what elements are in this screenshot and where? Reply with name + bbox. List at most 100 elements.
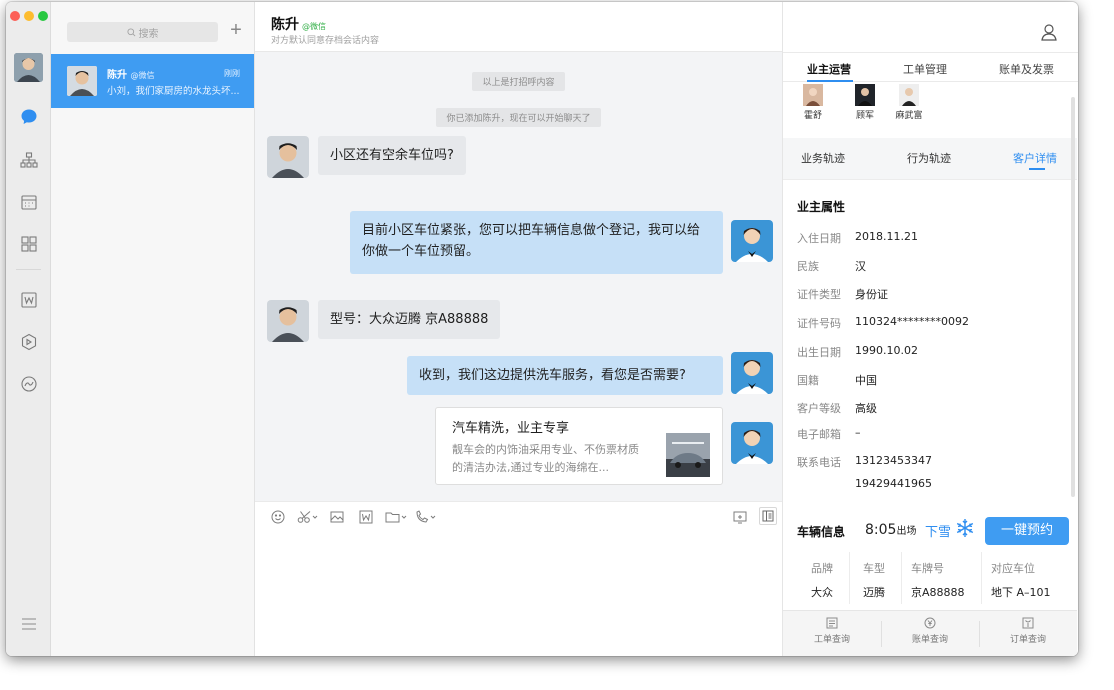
search-icon [126, 27, 135, 36]
attribute-row: 19429441965 [855, 477, 932, 490]
message-preview: 小刘，我们家厨房的水龙头坏... [107, 86, 240, 97]
vehicle-col-value: 大众 [811, 586, 833, 599]
tab-work-orders[interactable]: 工单管理 [903, 61, 947, 77]
close-window-button[interactable] [10, 11, 20, 21]
attribute-row: 民族汉 [797, 260, 866, 273]
conversation-item[interactable]: 陈升 @微信 刚刚 小刘，我们家厨房的水龙头坏... [51, 54, 254, 108]
archive-notice: 对方默认同意存档会话内容 [271, 36, 380, 46]
outgoing-message: 收到，我们这边提供洗车服务，看您是否需要? [407, 356, 723, 395]
bottom-nav-label: 订单查询 [1009, 635, 1046, 645]
menu-icon[interactable] [19, 614, 38, 633]
my-avatar[interactable] [14, 53, 43, 82]
order-query-button[interactable]: 订单查询 [979, 617, 1077, 645]
attribute-row: 客户等级 高级 [797, 402, 877, 415]
message-input[interactable] [255, 531, 782, 656]
attribute-row: 证件类型 身份证 [797, 288, 888, 301]
staff-member[interactable]: 麻武富 [891, 84, 927, 121]
chat-title: 陈升 [271, 17, 299, 33]
chat-channel-tag: @微信 [302, 22, 326, 31]
cloud-app-icon[interactable] [19, 374, 38, 393]
card-description: 靓车会的内饰油采用专业、不伤票材质的清洁办法,通过专业的海绵在... [452, 443, 639, 474]
incoming-message: 型号：大众迈腾 京A88888 [318, 300, 501, 339]
vehicle-table: 品牌 大众 车型 迈腾 车牌号 京A88888 对应车位 地下 A–101 [783, 550, 1077, 606]
emoji-icon[interactable] [271, 510, 285, 527]
weather-label: 下雪 [925, 525, 952, 540]
vehicle-header: 车辆信息 8:05出场 下雪 一键预约 [783, 512, 1077, 548]
incoming-message: 小区还有空余车位吗? [318, 136, 466, 175]
window-controls [10, 11, 48, 21]
tab-owner-operations[interactable]: 业主运营 [807, 61, 851, 77]
vehicle-col-value: 迈腾 [863, 586, 885, 599]
screen-share-icon[interactable] [733, 510, 747, 527]
car-wash-thumbnail [666, 433, 710, 477]
subtab-business-track[interactable]: 业务轨迹 [801, 150, 845, 166]
owner-attributes-title: 业主属性 [797, 200, 846, 214]
attribute-row: 入住日期 2018.11.21 [797, 230, 918, 245]
column-divider [981, 552, 982, 604]
vehicle-time-suffix: 出场 [896, 526, 917, 537]
chat-header: 陈升 @微信 对方默认同意存档会话内容 [255, 2, 782, 52]
subtab-behavior-track[interactable]: 行为轨迹 [907, 150, 951, 166]
staff-member[interactable]: 霍舒 [795, 84, 831, 121]
channel-tag: @微信 [130, 71, 155, 80]
agent-avatar[interactable] [731, 220, 773, 262]
attribute-row: 出生日期 1990.10.02 [797, 344, 918, 359]
panel-scrollbar[interactable] [1071, 97, 1075, 497]
document-icon [826, 617, 838, 629]
minimize-window-button[interactable] [24, 11, 34, 21]
sidebar-toggle-icon[interactable] [759, 507, 777, 525]
search-input[interactable]: 搜索 [67, 22, 218, 42]
message-icon[interactable] [19, 107, 38, 126]
org-chart-icon[interactable] [19, 150, 38, 169]
snowflake-icon [955, 518, 975, 538]
detail-subtabs: 业务轨迹 行为轨迹 客户详情 [783, 138, 1077, 180]
calendar-icon[interactable] [19, 192, 38, 211]
customer-panel: 业主运营 工单管理 账单及发票 霍舒 顾军 麻武富 业务轨迹 行为轨迹 客户详情… [782, 2, 1078, 656]
agent-avatar[interactable] [731, 352, 773, 394]
system-message: 你已添加陈升，现在可以开始聊天了 [255, 108, 782, 127]
service-card[interactable]: 汽车精洗，业主专享 靓车会的内饰油采用专业、不伤票材质的清洁办法,通过专业的海绵… [435, 407, 723, 485]
hexagon-app-icon[interactable] [19, 332, 38, 351]
contact-message-avatar[interactable] [267, 300, 309, 342]
active-tab-indicator [807, 80, 853, 82]
attribute-row: 证件号码 110324********0092 [797, 315, 969, 330]
panel-tabs: 业主运营 工单管理 账单及发票 [783, 52, 1078, 82]
subtab-customer-details[interactable]: 客户详情 [1013, 150, 1057, 166]
input-toolbar [255, 501, 782, 531]
vehicle-col-header: 车型 [863, 562, 885, 575]
nav-rail [6, 2, 51, 656]
order-icon [1022, 617, 1034, 629]
zoom-window-button[interactable] [38, 11, 48, 21]
phone-icon[interactable] [415, 510, 437, 527]
user-profile-icon[interactable] [1040, 22, 1060, 42]
message-time: 刚刚 [224, 69, 240, 78]
yen-coin-icon [924, 617, 936, 629]
card-title: 汽车精洗，业主专享 [452, 421, 570, 436]
column-divider [849, 552, 850, 604]
bill-query-button[interactable]: 账单查询 [881, 617, 979, 645]
staff-member[interactable]: 顾军 [847, 84, 883, 121]
vehicle-time: 8:05 [865, 522, 897, 538]
image-icon[interactable] [330, 510, 344, 527]
one-click-booking-button[interactable]: 一键预约 [985, 517, 1069, 545]
tab-bills-invoices[interactable]: 账单及发票 [999, 61, 1054, 77]
column-divider [901, 552, 902, 604]
system-message: 以上是打招呼内容 [255, 72, 782, 91]
message-list: 以上是打招呼内容 你已添加陈升，现在可以开始聊天了 小区还有空余车位吗? 目前小… [255, 52, 782, 501]
bottom-nav-label: 账单查询 [911, 635, 948, 645]
staff-name: 麻武富 [895, 111, 923, 121]
folder-icon[interactable] [385, 510, 407, 527]
add-conversation-button[interactable]: + [227, 20, 245, 42]
chat-panel: 陈升 @微信 对方默认同意存档会话内容 以上是打招呼内容 你已添加陈升，现在可以开… [255, 2, 782, 656]
vehicle-col-header: 品牌 [811, 562, 833, 575]
app-window: 搜索 + 陈升 @微信 刚刚 小刘，我们家厨房的水龙头坏... 陈升 @微信 对方… [6, 2, 1078, 656]
contact-message-avatar[interactable] [267, 136, 309, 178]
work-order-query-button[interactable]: 工单查询 [783, 617, 881, 645]
apps-grid-icon[interactable] [19, 234, 38, 253]
screenshot-scissors-icon[interactable] [297, 510, 319, 527]
agent-avatar[interactable] [731, 422, 773, 464]
vehicle-col-value: 京A88888 [911, 586, 965, 599]
word-file-icon[interactable] [359, 510, 373, 527]
attribute-row: 联系电话 13123453347 [797, 454, 932, 469]
word-doc-icon[interactable] [19, 290, 38, 309]
